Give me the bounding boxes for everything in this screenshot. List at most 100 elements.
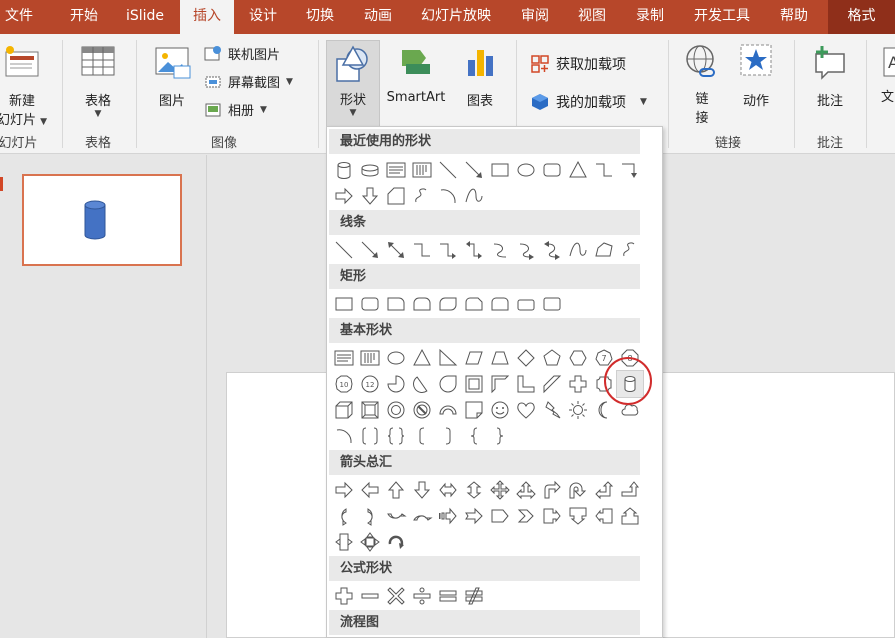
- shape-left-brace[interactable]: [461, 423, 487, 449]
- tab-help[interactable]: 帮助: [766, 0, 822, 34]
- shape-down-arrow-callout[interactable]: [565, 503, 591, 529]
- shape-line[interactable]: [331, 237, 357, 263]
- shape-half-frame[interactable]: [487, 371, 513, 397]
- tab-design[interactable]: 设计: [236, 0, 290, 34]
- shape-up-arrow-callout[interactable]: [617, 503, 643, 529]
- shape-snip-round[interactable]: [461, 291, 487, 317]
- shape-left-bracket[interactable]: [409, 423, 435, 449]
- shape-freeform[interactable]: [409, 183, 435, 209]
- shapes-button[interactable]: 形状 ▼: [326, 40, 380, 130]
- shape-pie[interactable]: [383, 371, 409, 397]
- tab-slideshow[interactable]: 幻灯片放映: [408, 0, 504, 34]
- tab-animations[interactable]: 动画: [350, 0, 406, 34]
- my-addins-button[interactable]: 我的加载项 ▼: [530, 92, 647, 112]
- shape-curved-right-arrow[interactable]: [331, 503, 357, 529]
- shape-bent-up-arrow[interactable]: [617, 477, 643, 503]
- shape-round-rect-2[interactable]: [539, 291, 565, 317]
- tab-transitions[interactable]: 切换: [292, 0, 348, 34]
- chart-button[interactable]: 图表: [456, 42, 504, 109]
- shape-cross[interactable]: [565, 371, 591, 397]
- comment-button[interactable]: 批注: [804, 42, 856, 109]
- shape-chord[interactable]: [409, 371, 435, 397]
- picture-button[interactable]: 图片: [146, 42, 198, 109]
- action-button[interactable]: 动作: [734, 42, 778, 109]
- shape-pentagon-arrow[interactable]: [487, 503, 513, 529]
- link-button[interactable]: 链 接: [678, 42, 726, 126]
- shape-left-arrow-callout[interactable]: [591, 503, 617, 529]
- shape-lightning[interactable]: [539, 397, 565, 423]
- shape-left-right-arrow-callout[interactable]: [331, 529, 357, 555]
- shape-right-brace[interactable]: [487, 423, 513, 449]
- shape-textbox[interactable]: [383, 157, 409, 183]
- shape-teardrop[interactable]: [435, 371, 461, 397]
- shape-divide[interactable]: [409, 583, 435, 609]
- shape-equal[interactable]: [435, 583, 461, 609]
- shape-elbow-connector[interactable]: [591, 157, 617, 183]
- shape-snip-rectangle[interactable]: [383, 183, 409, 209]
- shape-right-triangle[interactable]: [435, 345, 461, 371]
- shape-sun[interactable]: [565, 397, 591, 423]
- shape-single-round-corner[interactable]: [383, 291, 409, 317]
- shape-frame[interactable]: [461, 371, 487, 397]
- shape-right-arrow[interactable]: [331, 477, 357, 503]
- shape-parallelogram[interactable]: [461, 345, 487, 371]
- shape-striped-right-arrow[interactable]: [435, 503, 461, 529]
- shape-down-arrow[interactable]: [357, 183, 383, 209]
- shape-right-bracket[interactable]: [435, 423, 461, 449]
- shape-same-side-round[interactable]: [409, 291, 435, 317]
- shape-dodecagon[interactable]: 12: [357, 371, 383, 397]
- tab-record[interactable]: 录制: [622, 0, 678, 34]
- shape-left-right-up-arrow[interactable]: [513, 477, 539, 503]
- shape-cylinder[interactable]: [331, 157, 357, 183]
- tab-review[interactable]: 审阅: [508, 0, 562, 34]
- shape-arc[interactable]: [435, 183, 461, 209]
- shape-smiley[interactable]: [487, 397, 513, 423]
- shape-diagonal-stripe[interactable]: [539, 371, 565, 397]
- shape-down-arrow[interactable]: [409, 477, 435, 503]
- shape-rounded-rectangle[interactable]: [357, 291, 383, 317]
- shape-elbow-connector[interactable]: [409, 237, 435, 263]
- shape-right-arrow-callout[interactable]: [539, 503, 565, 529]
- shape-triangle[interactable]: [409, 345, 435, 371]
- shape-arrow-line[interactable]: [357, 237, 383, 263]
- tab-insert[interactable]: 插入: [180, 0, 234, 36]
- tab-view[interactable]: 视图: [564, 0, 620, 34]
- shape-elbow-double-arrow[interactable]: [461, 237, 487, 263]
- shape-triangle[interactable]: [565, 157, 591, 183]
- shape-diamond[interactable]: [513, 345, 539, 371]
- tab-home[interactable]: 开始: [56, 0, 112, 34]
- online-picture-button[interactable]: 联机图片: [204, 44, 280, 63]
- shape-rectangle[interactable]: [331, 291, 357, 317]
- shape-multiply[interactable]: [383, 583, 409, 609]
- shape-plus[interactable]: [331, 583, 357, 609]
- shape-rectangle[interactable]: [487, 157, 513, 183]
- shape-decagon[interactable]: 10: [331, 371, 357, 397]
- tab-islide[interactable]: iSlide: [112, 0, 178, 34]
- shape-up-down-arrow[interactable]: [461, 477, 487, 503]
- shape-vertical-textbox[interactable]: [409, 157, 435, 183]
- shape-u-turn-arrow[interactable]: [565, 477, 591, 503]
- shape-left-right-arrow[interactable]: [435, 477, 461, 503]
- shape-cube[interactable]: [331, 397, 357, 423]
- shape-curved-left-arrow[interactable]: [357, 503, 383, 529]
- shape-oval[interactable]: [513, 157, 539, 183]
- shape-oval[interactable]: [383, 345, 409, 371]
- shape-curved-up-arrow[interactable]: [383, 503, 409, 529]
- shape-minus[interactable]: [357, 583, 383, 609]
- shape-textbox[interactable]: [331, 345, 357, 371]
- album-button[interactable]: 相册 ▼: [204, 100, 267, 119]
- shape-elbow-arrow[interactable]: [617, 157, 643, 183]
- new-slide-button[interactable]: 新建 幻灯片 ▼: [0, 42, 52, 128]
- slide-thumbnail[interactable]: [22, 174, 182, 266]
- shape-pentagon[interactable]: [539, 345, 565, 371]
- shape-curved-connector[interactable]: [487, 237, 513, 263]
- shape-moon[interactable]: [591, 397, 617, 423]
- shape-donut[interactable]: [383, 397, 409, 423]
- shape-hexagon[interactable]: [565, 345, 591, 371]
- shape-up-arrow[interactable]: [383, 477, 409, 503]
- shape-left-arrow[interactable]: [357, 477, 383, 503]
- text-button[interactable]: A 文: [872, 42, 895, 105]
- shape-arc[interactable]: [331, 423, 357, 449]
- shape-curved-down-arrow[interactable]: [409, 503, 435, 529]
- shape-curve[interactable]: [565, 237, 591, 263]
